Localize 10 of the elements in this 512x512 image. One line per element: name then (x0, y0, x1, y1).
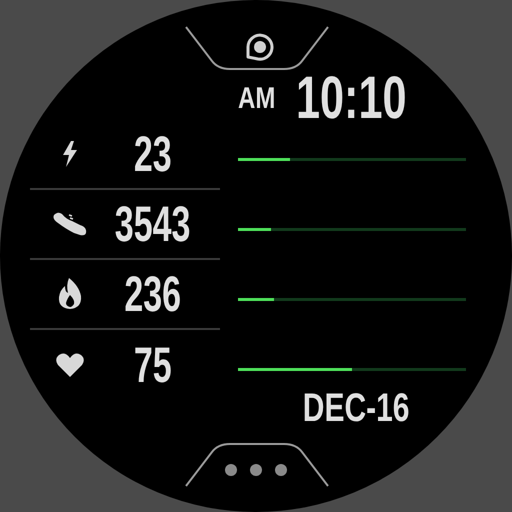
bolt-icon (62, 141, 78, 167)
clock-time: 10:10 (296, 68, 406, 128)
am-pm-label: AM (238, 84, 276, 114)
flame-icon (57, 278, 83, 310)
stat-value: 23 (134, 129, 172, 179)
stat-value: 75 (134, 340, 172, 390)
heart-icon (56, 353, 84, 377)
stat-value: 236 (124, 269, 181, 319)
date-label: DEC-16 (302, 388, 410, 428)
stat-value: 3543 (114, 199, 190, 249)
